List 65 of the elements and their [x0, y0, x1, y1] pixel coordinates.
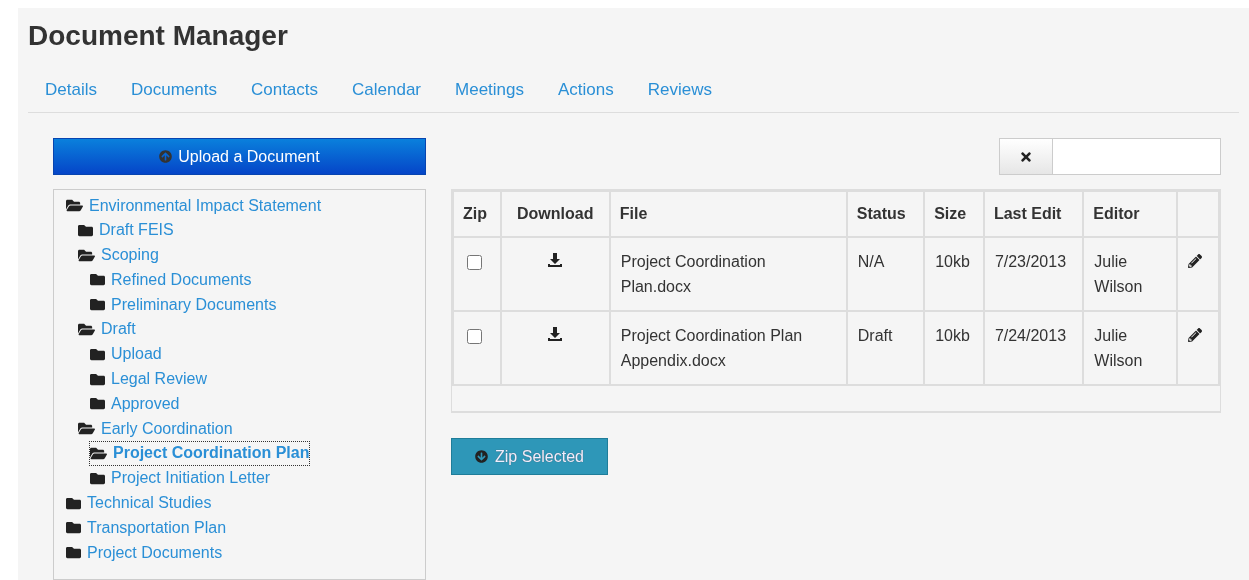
folder-item[interactable]: Legal Review: [90, 367, 208, 391]
folder-icon: [78, 222, 93, 238]
folder-item[interactable]: Draft FEIS: [78, 218, 174, 242]
open-folder-icon: [66, 197, 83, 214]
table-cell: 10kb: [924, 237, 984, 311]
folder-icon: [90, 371, 105, 387]
table-cell: N/A: [846, 237, 925, 311]
pencil-icon[interactable]: [1188, 328, 1203, 342]
column-header: Size: [924, 191, 984, 237]
download-arrow-icon: [475, 450, 489, 463]
folder-item[interactable]: Refined Documents: [90, 268, 252, 292]
table-cell: Julie Wilson: [1083, 237, 1178, 311]
folder-icon: [90, 297, 105, 313]
column-header: Last Edit: [983, 191, 1084, 237]
table-cell: Project Coordination Plan.docx: [609, 237, 847, 311]
column-header: File: [609, 191, 847, 237]
pencil-icon[interactable]: [1188, 254, 1203, 268]
zip-checkbox[interactable]: [467, 255, 482, 270]
table-cell: Project Coordination Plan Appendix.docx: [609, 311, 847, 385]
folder-item[interactable]: Technical Studies: [66, 491, 212, 515]
folder-item[interactable]: Preliminary Documents: [90, 293, 277, 317]
folder-icon: [90, 346, 105, 362]
search-field[interactable]: [999, 138, 1221, 175]
folder-item[interactable]: Project Initiation Letter: [90, 466, 271, 490]
page-title: Document Manager: [28, 20, 289, 52]
nav-tab[interactable]: Details: [28, 76, 114, 104]
nav-tab[interactable]: Documents: [113, 76, 234, 104]
folder-item[interactable]: Upload: [90, 342, 162, 366]
zip-selected-button[interactable]: Zip Selected: [451, 438, 608, 475]
clear-button[interactable]: [1000, 139, 1053, 174]
download-icon[interactable]: [548, 327, 563, 341]
folder-item[interactable]: Draft: [78, 318, 136, 341]
column-header: Zip: [453, 191, 501, 237]
folder-item[interactable]: Approved: [90, 392, 180, 416]
table-cell: Draft: [846, 311, 925, 385]
nav-tab[interactable]: Reviews: [630, 76, 730, 104]
folder-item[interactable]: Scoping: [78, 243, 159, 267]
nav-tab[interactable]: Contacts: [233, 76, 336, 104]
nav-tab[interactable]: Actions: [541, 76, 631, 104]
upload-button[interactable]: Upload a Document: [53, 138, 426, 175]
folder-icon: [90, 272, 105, 288]
column-header: Editor: [1083, 191, 1178, 237]
column-header: Download: [500, 191, 610, 237]
folder-icon: [90, 470, 105, 486]
folder-item[interactable]: Transportation Plan: [66, 516, 227, 540]
folder-item[interactable]: Project Documents: [66, 541, 223, 565]
folder-icon: [66, 545, 81, 561]
column-header: Status: [846, 191, 925, 237]
folder-item[interactable]: Environmental Impact Statement: [66, 194, 322, 217]
nav-tab[interactable]: Calendar: [335, 76, 439, 104]
folder-icon: [66, 495, 81, 511]
folder-item[interactable]: Early Coordination: [78, 417, 233, 441]
download-icon[interactable]: [548, 253, 563, 267]
table-cell: Julie Wilson: [1083, 311, 1178, 385]
table-cell: 10kb: [924, 311, 984, 385]
folder-item[interactable]: Project Coordination Plan: [90, 441, 310, 465]
folder-icon: [90, 396, 105, 412]
table-cell: 7/23/2013: [983, 237, 1084, 311]
close-icon: [1019, 149, 1033, 164]
open-folder-icon: [78, 321, 95, 338]
table-cell: 7/24/2013: [983, 311, 1084, 385]
folder-icon: [66, 520, 81, 536]
upload-arrow-icon: [159, 150, 173, 163]
nav-tab[interactable]: Meetings: [438, 76, 542, 104]
zip-checkbox[interactable]: [467, 329, 482, 344]
